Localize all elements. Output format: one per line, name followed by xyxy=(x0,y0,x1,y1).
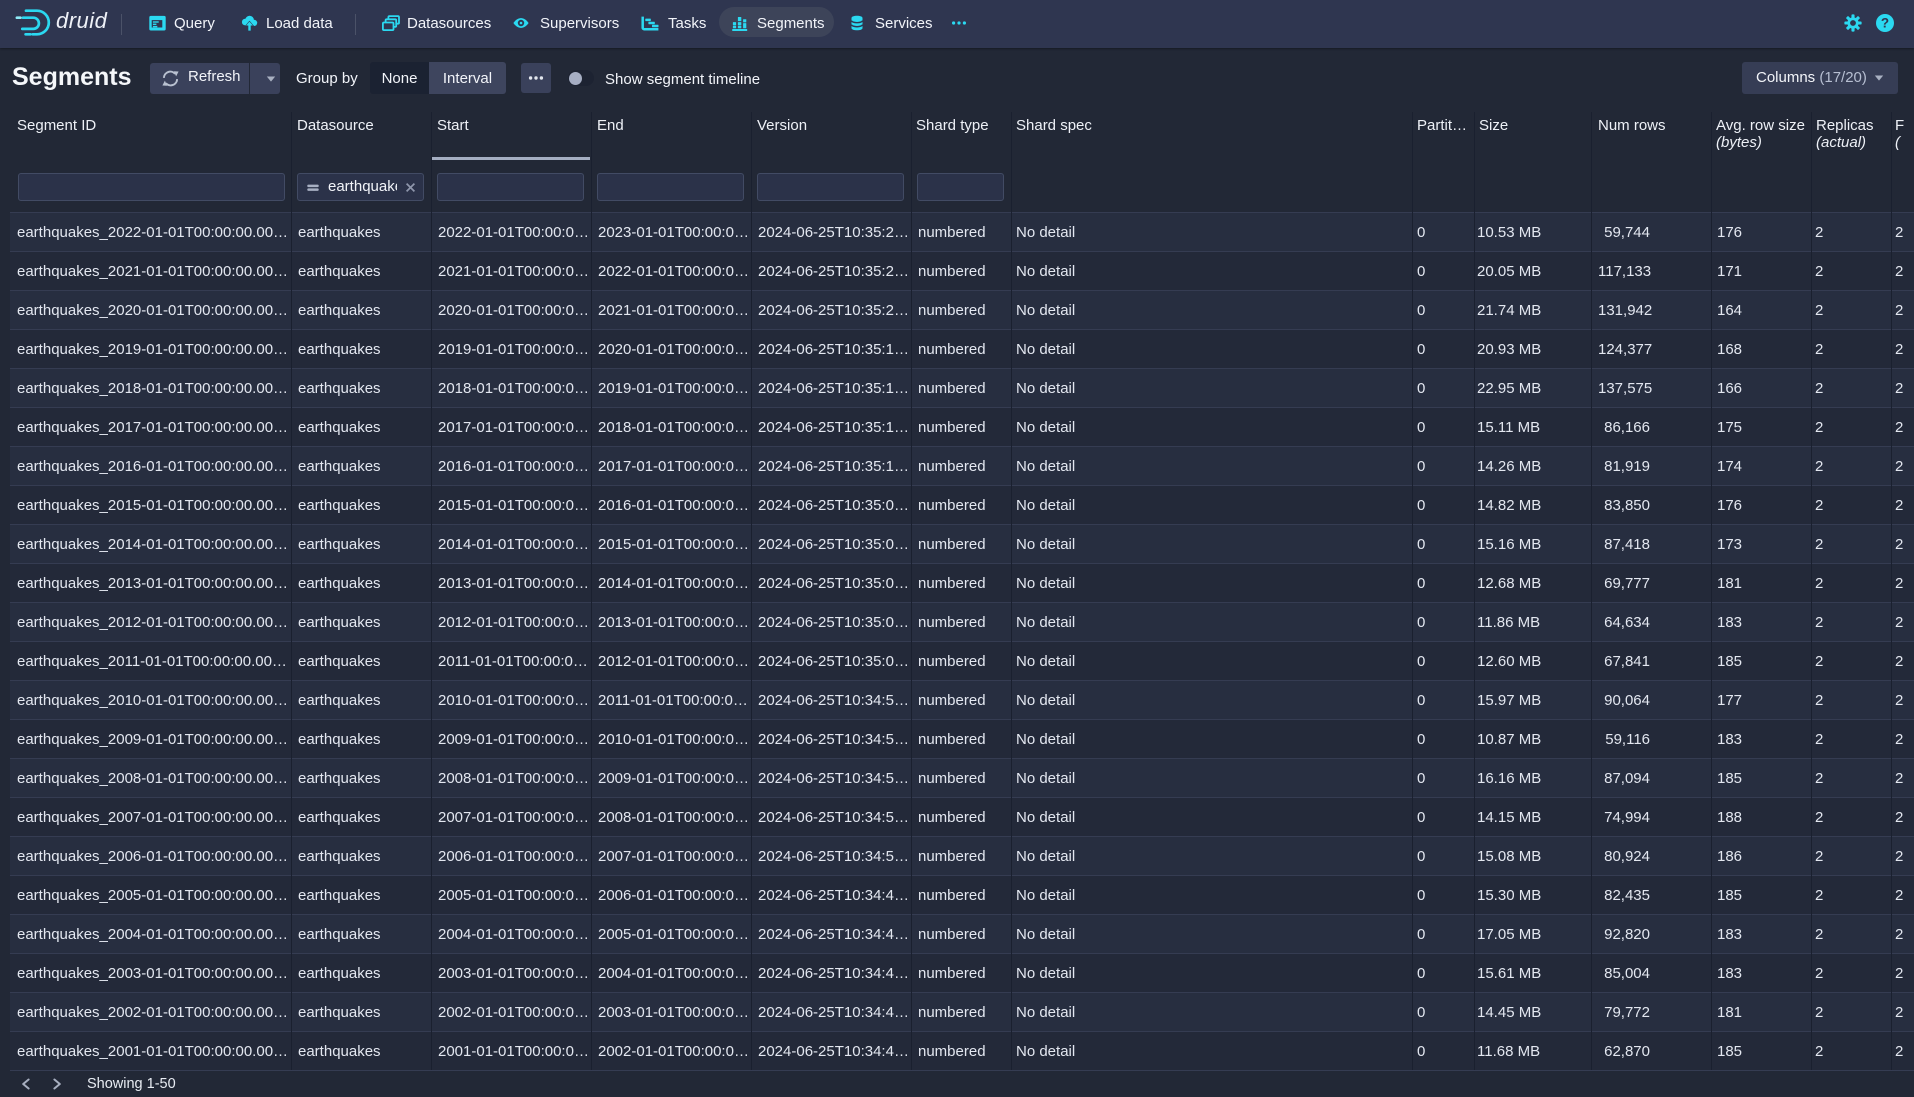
svg-text:?: ? xyxy=(1881,16,1889,31)
